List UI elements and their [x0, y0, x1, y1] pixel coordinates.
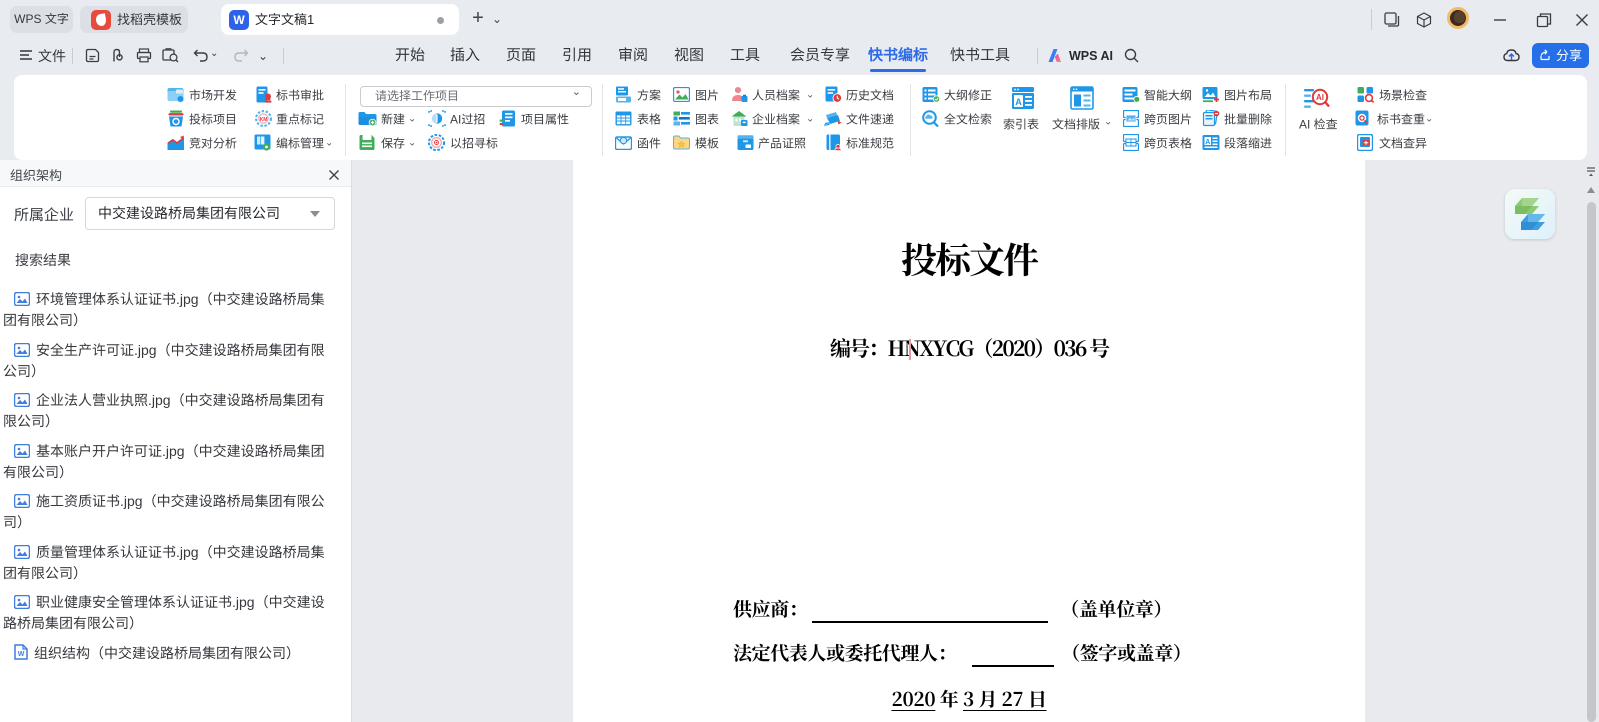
- svg-text:KM: KM: [260, 117, 268, 123]
- svg-text:AI: AI: [1316, 93, 1324, 102]
- svg-text:W: W: [18, 651, 25, 658]
- svg-text:A: A: [1015, 97, 1022, 107]
- svg-text:A: A: [1205, 139, 1210, 146]
